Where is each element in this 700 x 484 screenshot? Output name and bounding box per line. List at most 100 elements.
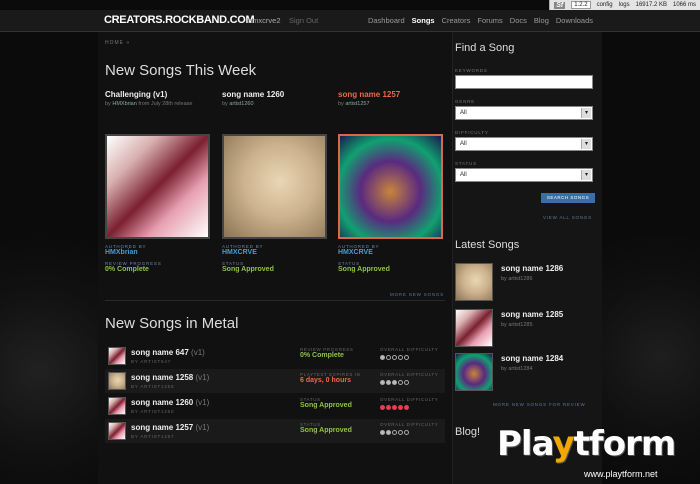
author-link[interactable]: HMXbrian [105, 249, 215, 256]
song-thumbnail[interactable] [108, 372, 126, 390]
watermark-logo: Playtform [497, 424, 676, 464]
table-row[interactable]: song name 1260 (v1) BY ARTIST1260 STATUS… [105, 394, 445, 418]
song-thumbnail[interactable] [455, 263, 493, 301]
song-thumbnail[interactable] [455, 353, 493, 391]
song-meta: AUTHORED BY HMXCRVE STATUS Song Approved [338, 244, 448, 273]
debug-memory: 16917.2 KB [635, 2, 667, 8]
difficulty-dot-icon [386, 355, 391, 360]
difficulty-dot-icon [404, 380, 409, 385]
site-logo[interactable]: CREATORS.ROCKBAND.COM [104, 14, 255, 26]
song-byline: by artist1260 [222, 101, 254, 107]
search-songs-button[interactable]: SEARCH SONGS [541, 193, 595, 203]
song-name[interactable]: song name 647 (v1) [131, 348, 205, 357]
difficulty-dot-icon [398, 355, 403, 360]
list-item[interactable]: song name 1285 by artist1285 [455, 309, 595, 349]
difficulty-dot-icon [404, 405, 409, 410]
difficulty-dot-icon [398, 380, 403, 385]
blog-heading: Blog! [455, 426, 481, 438]
song-status: Song Approved [338, 266, 390, 273]
album-art[interactable] [338, 134, 443, 239]
song-artist: BY ARTIST1257 [131, 434, 175, 439]
new-songs-heading: New Songs This Week [105, 62, 257, 79]
sidebar: Find a Song KEYWORDS GENRE All ▾ DIFFICUL… [452, 32, 602, 484]
top-navigation: CREATORS.ROCKBAND.COM hmxcrve2 Sign Out … [0, 10, 700, 32]
debug-version: 1.2.2 [571, 1, 591, 9]
song-status: Song Approved [222, 266, 274, 273]
song-name[interactable]: song name 1284 [501, 354, 563, 363]
table-row[interactable]: song name 1257 (v1) BY ARTIST1257 STATUS… [105, 419, 445, 443]
song-artist: by artist1286 [501, 276, 533, 282]
song-thumbnail[interactable] [108, 422, 126, 440]
album-art[interactable] [105, 134, 210, 239]
nav-creators[interactable]: Creators [442, 16, 471, 25]
difficulty-label: DIFFICULTY [455, 130, 489, 135]
status-select[interactable]: All ▾ [455, 168, 593, 182]
chevron-down-icon: ▾ [581, 139, 591, 149]
latest-songs-heading: Latest Songs [455, 239, 520, 251]
album-art[interactable] [222, 134, 327, 239]
song-name[interactable]: song name 1285 [501, 310, 563, 319]
song-name[interactable]: song name 1286 [501, 264, 563, 273]
user-link[interactable]: hmxcrve2 [248, 16, 281, 25]
debug-config-link[interactable]: config [597, 2, 613, 8]
difficulty-dot-icon [398, 405, 403, 410]
nav-forums[interactable]: Forums [477, 16, 502, 25]
nav-downloads[interactable]: Downloads [556, 16, 593, 25]
difficulty-dot-icon [392, 430, 397, 435]
song-byline: by HMXbrian from July 28th release [105, 101, 193, 107]
symfony-icon[interactable]: Sf [554, 1, 566, 9]
nav-docs[interactable]: Docs [510, 16, 527, 25]
chevron-down-icon: ▾ [581, 170, 591, 180]
author-link[interactable]: HMXCRVE [222, 249, 332, 256]
nav-blog[interactable]: Blog [534, 16, 549, 25]
difficulty-dot-icon [404, 355, 409, 360]
song-status: 0% Complete [105, 266, 149, 273]
nav-dashboard[interactable]: Dashboard [368, 16, 405, 25]
song-artist: BY ARTIST647 [131, 359, 171, 364]
main-content: HOME » New Songs This Week Challenging (… [98, 32, 452, 484]
difficulty-dot-icon [392, 405, 397, 410]
song-thumbnail[interactable] [455, 309, 493, 347]
song-thumbnail[interactable] [108, 397, 126, 415]
difficulty-dot-icon [392, 380, 397, 385]
difficulty-dot-icon [392, 355, 397, 360]
table-row[interactable]: song name 1258 (v1) BY ARTIST1258 PLAYTE… [105, 369, 445, 393]
difficulty-dot-icon [386, 405, 391, 410]
more-new-songs-link[interactable]: MORE NEW SONGS [390, 292, 444, 297]
song-name[interactable]: song name 1260 (v1) [131, 398, 209, 407]
song-name[interactable]: song name 1258 (v1) [131, 373, 209, 382]
find-song-heading: Find a Song [455, 42, 515, 54]
song-artist: by artist1284 [501, 366, 533, 372]
song-title[interactable]: Challenging (v1) [105, 90, 215, 99]
difficulty-rating: OVERALL DIFFICULTY [380, 397, 438, 410]
difficulty-rating: OVERALL DIFFICULTY [380, 372, 438, 385]
song-title[interactable]: song name 1257 [338, 90, 448, 99]
difficulty-rating: OVERALL DIFFICULTY [380, 347, 438, 360]
featured-song-3[interactable]: song name 1257 by artist1257 [338, 90, 448, 107]
song-status: STATUS Song Approved [300, 397, 352, 409]
debug-logs-link[interactable]: logs [619, 2, 630, 8]
more-songs-review-link[interactable]: MORE NEW SONGS FOR REVIEW [493, 402, 586, 407]
breadcrumb[interactable]: HOME » [105, 40, 130, 46]
song-name[interactable]: song name 1257 (v1) [131, 423, 209, 432]
song-artist: BY ARTIST1260 [131, 409, 175, 414]
featured-song-2[interactable]: song name 1260 by artist1260 [222, 90, 332, 107]
author-link[interactable]: HMXCRVE [338, 249, 448, 256]
nav-songs[interactable]: Songs [412, 16, 435, 25]
difficulty-dot-icon [380, 405, 385, 410]
song-title[interactable]: song name 1260 [222, 90, 332, 99]
difficulty-select[interactable]: All ▾ [455, 137, 593, 151]
signout-link[interactable]: Sign Out [289, 16, 318, 25]
background-art-left [0, 200, 98, 484]
divider [105, 300, 445, 301]
difficulty-dot-icon [386, 430, 391, 435]
featured-song-1[interactable]: Challenging (v1) by HMXbrian from July 2… [105, 90, 215, 107]
table-row[interactable]: song name 647 (v1) BY ARTIST647 REVIEW P… [105, 344, 445, 368]
song-thumbnail[interactable] [108, 347, 126, 365]
view-all-songs-link[interactable]: VIEW ALL SONGS [543, 215, 592, 220]
keywords-input[interactable] [455, 75, 593, 89]
list-item[interactable]: song name 1286 by artist1286 [455, 263, 595, 303]
difficulty-dot-icon [380, 430, 385, 435]
genre-select[interactable]: All ▾ [455, 106, 593, 120]
list-item[interactable]: song name 1284 by artist1284 [455, 353, 595, 393]
